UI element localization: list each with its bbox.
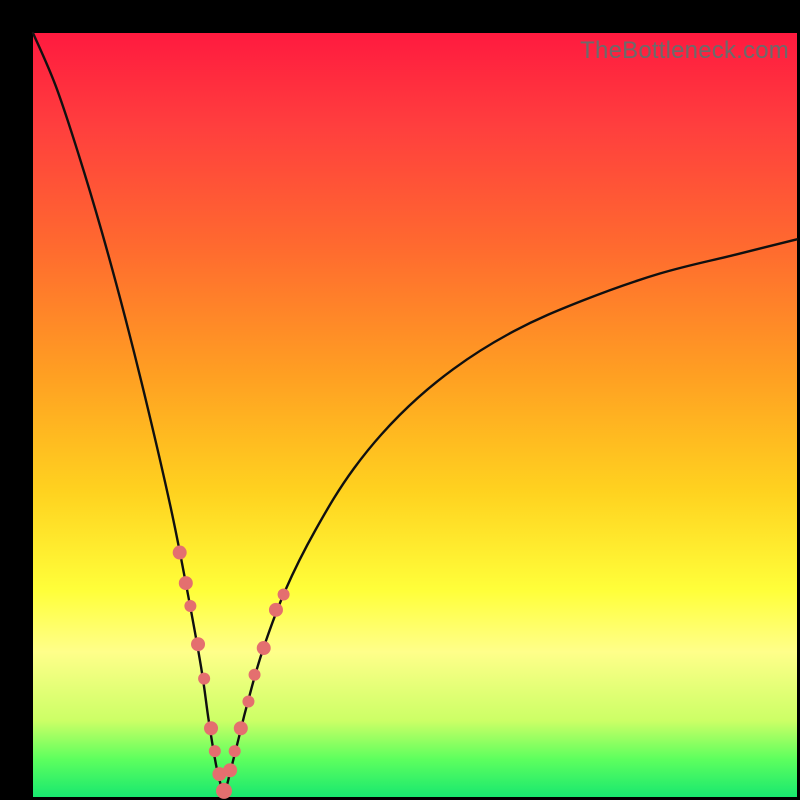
curve-marker: [257, 641, 271, 655]
curve-marker: [191, 637, 205, 651]
curve-marker: [223, 763, 237, 777]
curve-marker: [198, 673, 210, 685]
curve-marker: [234, 721, 248, 735]
curve-svg: [33, 33, 797, 797]
curve-marker: [173, 546, 187, 560]
curve-marker: [204, 721, 218, 735]
curve-marker: [249, 669, 261, 681]
curve-marker: [278, 589, 290, 601]
curve-marker: [209, 745, 221, 757]
bottleneck-curve: [33, 33, 797, 797]
plot-area: TheBottleneck.com: [33, 33, 797, 797]
curve-marker: [242, 696, 254, 708]
curve-marker: [216, 783, 232, 799]
curve-marker: [179, 576, 193, 590]
chart-frame: TheBottleneck.com: [0, 0, 800, 800]
curve-marker: [229, 745, 241, 757]
curve-marker: [269, 603, 283, 617]
curve-marker: [184, 600, 196, 612]
curve-markers: [173, 546, 290, 799]
